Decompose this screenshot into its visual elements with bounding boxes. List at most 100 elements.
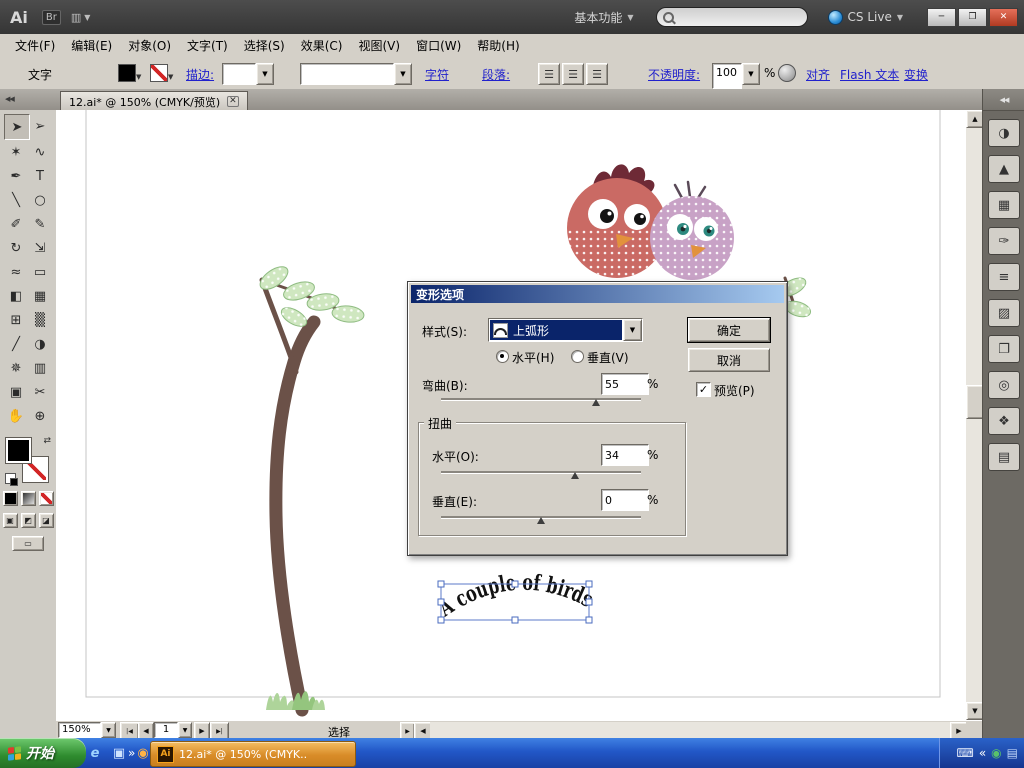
close-tab-icon[interactable]: ✕ (227, 96, 239, 107)
align-panel-link[interactable]: 对齐 (806, 66, 830, 83)
stroke-panel[interactable]: ≡ (988, 263, 1020, 291)
vertical-scrollbar[interactable]: ▲ ▼ (966, 110, 984, 720)
bend-input[interactable] (601, 373, 649, 395)
recolor-artwork-button[interactable] (778, 64, 796, 82)
menu-item-6[interactable]: 视图(V) (351, 35, 407, 56)
stroke-color-swatch[interactable] (150, 64, 168, 82)
artboard-tool[interactable]: ▣ (4, 380, 28, 404)
slice-tool[interactable]: ✂ (28, 380, 52, 404)
zoom-select[interactable]: 150% ▼ (58, 722, 116, 738)
width-tool[interactable]: ≈ (4, 260, 28, 284)
paintbrush-tool[interactable]: ✐ (4, 212, 28, 236)
v-distort-slider-thumb[interactable] (537, 517, 545, 524)
horizontal-scrollbar[interactable] (430, 722, 950, 738)
rotate-tool[interactable]: ↻ (4, 236, 28, 260)
opacity-stepper[interactable]: 100 ▼ (712, 63, 760, 89)
quick-launch-overflow[interactable]: » (128, 738, 135, 768)
chevron-down-icon[interactable]: ▼ (394, 63, 412, 85)
fill-proxy-swatch[interactable] (5, 437, 32, 464)
chevron-down-icon[interactable]: ▼ (256, 63, 274, 85)
scale-tool[interactable]: ⇲ (28, 236, 52, 260)
minimize-button[interactable]: ─ (927, 7, 956, 27)
h-distort-slider[interactable] (441, 471, 641, 473)
zoom-tool[interactable]: ⊕ (28, 404, 52, 428)
color-panel[interactable]: ◑ (988, 119, 1020, 147)
type-tool[interactable]: T (28, 164, 52, 188)
show-desktop-icon[interactable]: ▣ (110, 744, 128, 762)
menu-item-2[interactable]: 对象(O) (121, 35, 178, 56)
align-left-button[interactable]: ☰ (538, 63, 560, 85)
blend-tool[interactable]: ◑ (28, 332, 52, 356)
chevron-down-icon[interactable]: ▼ (742, 63, 760, 85)
bridge-button[interactable]: Br (41, 9, 61, 25)
graphic-styles-panel[interactable]: ❖ (988, 407, 1020, 435)
workspace-switcher[interactable]: 基本功能 ▼ (574, 9, 633, 26)
ie-icon[interactable]: e (86, 744, 104, 762)
selection-tool[interactable]: ➤ (4, 114, 30, 140)
screen-mode-button[interactable]: ▭ (12, 536, 44, 551)
vertical-radio[interactable] (571, 350, 584, 363)
chevron-down-icon[interactable]: ▼ (101, 722, 116, 738)
antivirus-tray-icon[interactable]: ◉ (991, 746, 1001, 760)
artboard-number-select[interactable]: 1 ▼ (154, 722, 192, 738)
width-profile-select[interactable]: ▼ (300, 63, 412, 85)
swatches-panel[interactable]: ▦ (988, 191, 1020, 219)
shape-builder-tool[interactable]: ◧ (4, 284, 28, 308)
menu-item-0[interactable]: 文件(F) (8, 35, 62, 56)
appearance-panel[interactable]: ◎ (988, 371, 1020, 399)
lasso-tool[interactable]: ∿ (28, 140, 52, 164)
stroke-weight-select[interactable]: ▼ (222, 63, 274, 85)
ok-button[interactable]: 确定 (688, 318, 770, 342)
gradient-panel[interactable]: ▨ (988, 299, 1020, 327)
document-tab[interactable]: 12.ai* @ 150% (CMYK/预览) ✕ (60, 91, 248, 111)
bend-slider[interactable] (441, 398, 641, 400)
display-tray-icon[interactable]: ▤ (1007, 746, 1018, 760)
chevron-down-icon[interactable]: ▼ (623, 319, 642, 341)
transform-panel-link[interactable]: 变换 (904, 66, 928, 83)
direct-selection-tool[interactable]: ➢ (28, 114, 52, 138)
horizontal-radio[interactable] (496, 350, 509, 363)
flash-text-link[interactable]: Flash 文本 (840, 66, 899, 83)
menu-item-8[interactable]: 帮助(H) (470, 35, 526, 56)
default-fill-stroke-icon[interactable] (5, 473, 18, 486)
eyedropper-tool[interactable]: ╱ (4, 332, 28, 356)
menu-item-5[interactable]: 效果(C) (294, 35, 350, 56)
line-segment-tool[interactable]: ╲ (4, 188, 28, 212)
taskbar-task-button[interactable]: Ai 12.ai* @ 150% (CMYK.. (150, 741, 356, 767)
restore-button[interactable]: ❐ (958, 7, 987, 27)
cs-live-button[interactable]: CS Live ▼ (827, 9, 903, 25)
color-guide-panel[interactable]: ▲ (988, 155, 1020, 183)
none-button[interactable] (38, 491, 54, 506)
style-select[interactable]: 上弧形 ▼ (488, 318, 643, 342)
keyboard-tray-icon[interactable]: ⌨ (957, 746, 974, 760)
menu-item-7[interactable]: 窗口(W) (409, 35, 468, 56)
h-distort-slider-thumb[interactable] (571, 472, 579, 479)
align-center-button[interactable]: ☰ (562, 63, 584, 85)
stroke-panel-link[interactable]: 描边: (186, 66, 214, 83)
column-graph-tool[interactable]: ▥ (28, 356, 52, 380)
search-box[interactable] (655, 7, 808, 27)
layers-panel[interactable]: ▤ (988, 443, 1020, 471)
fill-color-swatch[interactable] (118, 64, 136, 82)
cancel-button[interactable]: 取消 (688, 348, 770, 372)
collapse-tray-icon[interactable]: « (979, 746, 986, 760)
bend-slider-thumb[interactable] (592, 399, 600, 406)
draw-normal-button[interactable]: ▣ (2, 513, 18, 528)
search-input[interactable] (678, 10, 783, 24)
preview-checkbox[interactable]: ✓ (696, 382, 711, 397)
free-transform-tool[interactable]: ▭ (28, 260, 52, 284)
color-button[interactable] (2, 491, 18, 506)
transparency-panel[interactable]: ❐ (988, 335, 1020, 363)
swap-fill-stroke-icon[interactable]: ⇄ (43, 436, 51, 446)
menu-item-1[interactable]: 编辑(E) (64, 35, 119, 56)
pencil-tool[interactable]: ✎ (28, 212, 52, 236)
paragraph-panel-link[interactable]: 段落: (482, 66, 510, 83)
magic-wand-tool[interactable]: ✶ (4, 140, 28, 164)
pen-tool[interactable]: ✒ (4, 164, 28, 188)
menu-item-3[interactable]: 文字(T) (180, 35, 235, 56)
gradient-tool[interactable]: ▒ (28, 308, 52, 332)
chevron-down-icon[interactable]: ▼ (178, 722, 192, 738)
v-distort-input[interactable] (601, 489, 649, 511)
h-distort-input[interactable] (601, 444, 649, 466)
character-panel-link[interactable]: 字符 (425, 66, 449, 83)
